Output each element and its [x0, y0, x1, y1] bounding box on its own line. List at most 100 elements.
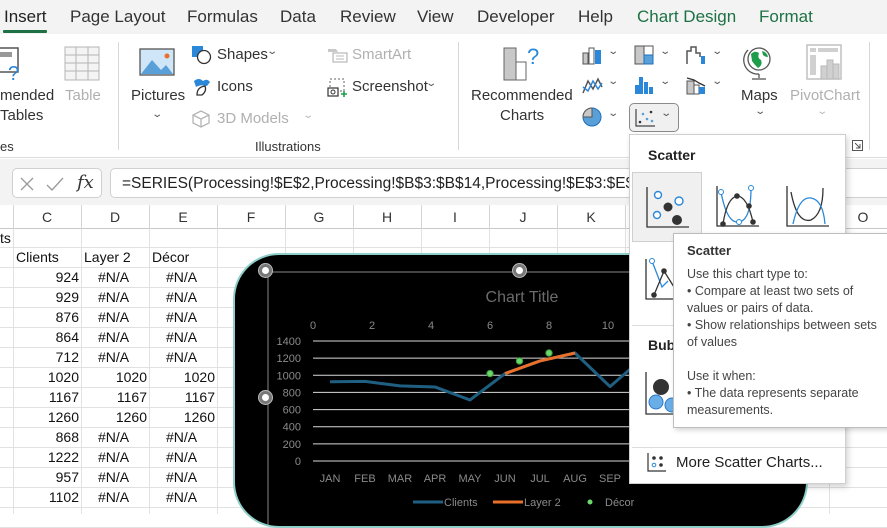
formula-text[interactable]: =SERIES(Processing!$E$2,Processing!$B$3:…	[122, 175, 670, 193]
table-cell[interactable]: #N/A	[166, 489, 197, 505]
table-cell[interactable]: #N/A	[166, 469, 197, 485]
column-header-f[interactable]: F	[217, 209, 285, 225]
tooltip-line: • Compare at least two sets of	[687, 284, 854, 298]
column-header-d[interactable]: D	[81, 209, 149, 225]
table-cell[interactable]: 929	[56, 289, 79, 305]
column-header-j[interactable]: J	[489, 209, 557, 225]
group-separator	[458, 42, 459, 150]
table-cell[interactable]: 1260	[48, 409, 79, 425]
table-cell[interactable]: 1222	[48, 449, 79, 465]
tab-view[interactable]: View	[417, 7, 454, 27]
table-cell[interactable]: #N/A	[166, 289, 197, 305]
scatter-tooltip: Scatter Use this chart type to: • Compar…	[673, 233, 887, 428]
table-cell[interactable]: #N/A	[98, 309, 129, 325]
column-header-h[interactable]: H	[353, 209, 421, 225]
tab-formulas[interactable]: Formulas	[187, 7, 258, 27]
tab-chart-design[interactable]: Chart Design	[637, 7, 736, 27]
table-cell[interactable]: 1020	[116, 369, 147, 385]
close-icon[interactable]	[19, 176, 35, 192]
scatter-option-smooth-lines[interactable]	[776, 172, 846, 242]
scatter-option-markers[interactable]	[632, 172, 702, 242]
table-cell[interactable]: 1102	[49, 489, 79, 505]
table-cell[interactable]: #N/A	[166, 429, 197, 445]
scatter-smooth-markers-icon	[716, 185, 759, 227]
x-tick-label: MAR	[388, 473, 413, 485]
table-cell[interactable]: #N/A	[166, 329, 197, 345]
table-cell[interactable]: #N/A	[98, 349, 129, 365]
table-cell[interactable]: 957	[56, 469, 79, 485]
treemap-chart-icon	[634, 45, 654, 65]
table-cell[interactable]: 1260	[116, 409, 147, 425]
partial-title-cell[interactable]: ts	[0, 230, 11, 246]
header-decor[interactable]: Décor	[152, 249, 189, 265]
table-cell[interactable]: #N/A	[166, 449, 197, 465]
column-header-k[interactable]: K	[557, 209, 625, 225]
table-cell[interactable]: #N/A	[98, 469, 129, 485]
chevron-down-icon: ⌄	[607, 46, 620, 57]
table-label: Table	[65, 87, 101, 104]
column-header-i[interactable]: I	[421, 209, 489, 225]
maps-label: Maps	[741, 87, 778, 104]
secondary-x-tick-label: 8	[546, 320, 552, 332]
grid-line	[217, 229, 218, 514]
tooltip-line: values or pairs of data.	[687, 301, 814, 315]
column-header-g[interactable]: G	[285, 209, 353, 225]
table-cell[interactable]: #N/A	[166, 349, 197, 365]
tab-data[interactable]: Data	[280, 7, 316, 27]
table-cell[interactable]: 876	[56, 309, 79, 325]
x-tick-label: SEP	[599, 473, 621, 485]
table-cell[interactable]: #N/A	[98, 489, 129, 505]
tab-format[interactable]: Format	[759, 7, 813, 27]
ribbon-tab-bar: Insert Page Layout Formulas Data Review …	[0, 0, 887, 34]
table-cell[interactable]: 1167	[49, 389, 79, 405]
insert-scatter-chart-button[interactable]: ⌄	[629, 103, 679, 132]
header-clients[interactable]: Clients	[16, 249, 59, 265]
column-header-e[interactable]: E	[149, 209, 217, 225]
table-cell[interactable]: #N/A	[98, 289, 129, 305]
table-cell[interactable]: #N/A	[98, 449, 129, 465]
table-cell[interactable]: 1020	[48, 369, 79, 385]
x-tick-label: JUN	[494, 473, 515, 485]
x-tick-label: MAY	[458, 473, 482, 485]
tab-developer[interactable]: Developer	[477, 7, 555, 27]
check-icon[interactable]	[45, 176, 65, 192]
table-cell[interactable]: #N/A	[166, 309, 197, 325]
table-cell[interactable]: 868	[56, 429, 79, 445]
scatter-option-smooth-lines-markers[interactable]	[706, 172, 776, 242]
tab-page-layout[interactable]: Page Layout	[70, 7, 165, 27]
table-cell[interactable]: 1167	[185, 389, 215, 405]
table-cell[interactable]: 1167	[117, 389, 147, 405]
icons-icon	[194, 79, 210, 96]
y-tick-label: 1400	[277, 336, 301, 348]
table-cell[interactable]: 924	[56, 269, 79, 285]
tab-insert[interactable]: Insert	[4, 7, 47, 27]
chevron-down-icon: ⌄	[816, 106, 829, 117]
table-cell[interactable]: 1020	[184, 369, 215, 385]
table-cell[interactable]: #N/A	[98, 429, 129, 445]
x-tick-label: JUL	[530, 473, 550, 485]
table-cell[interactable]: #N/A	[98, 269, 129, 285]
header-layer2[interactable]: Layer 2	[84, 249, 131, 265]
formula-buttons: fx	[12, 168, 102, 198]
resize-handle-middle-left[interactable]	[259, 391, 272, 404]
table-cell[interactable]: 1260	[184, 409, 215, 425]
table-cell[interactable]: #N/A	[98, 329, 129, 345]
charts-dialog-launcher-icon[interactable]	[852, 140, 864, 152]
recommended-charts-label-1: Recommended	[471, 87, 573, 104]
resize-handle-top-left[interactable]	[259, 264, 272, 277]
resize-handle-top-middle[interactable]	[513, 264, 526, 277]
table-cell[interactable]: #N/A	[166, 269, 197, 285]
insert-function-button[interactable]: fx	[77, 172, 94, 193]
pivotchart-icon	[806, 44, 842, 80]
scatter-chart-icon	[635, 109, 655, 127]
table-cell[interactable]: 712	[56, 349, 79, 365]
column-chart-icon	[582, 47, 601, 65]
y-tick-label: 0	[295, 456, 301, 468]
table-cell[interactable]: 864	[56, 329, 79, 345]
chevron-down-icon: ⌄	[607, 76, 620, 87]
tab-review[interactable]: Review	[340, 7, 396, 27]
column-header-c[interactable]: C	[13, 209, 81, 225]
tab-help[interactable]: Help	[578, 7, 613, 27]
more-scatter-charts-label: More Scatter Charts...	[676, 454, 823, 471]
legend-label: Layer 2	[524, 497, 561, 509]
